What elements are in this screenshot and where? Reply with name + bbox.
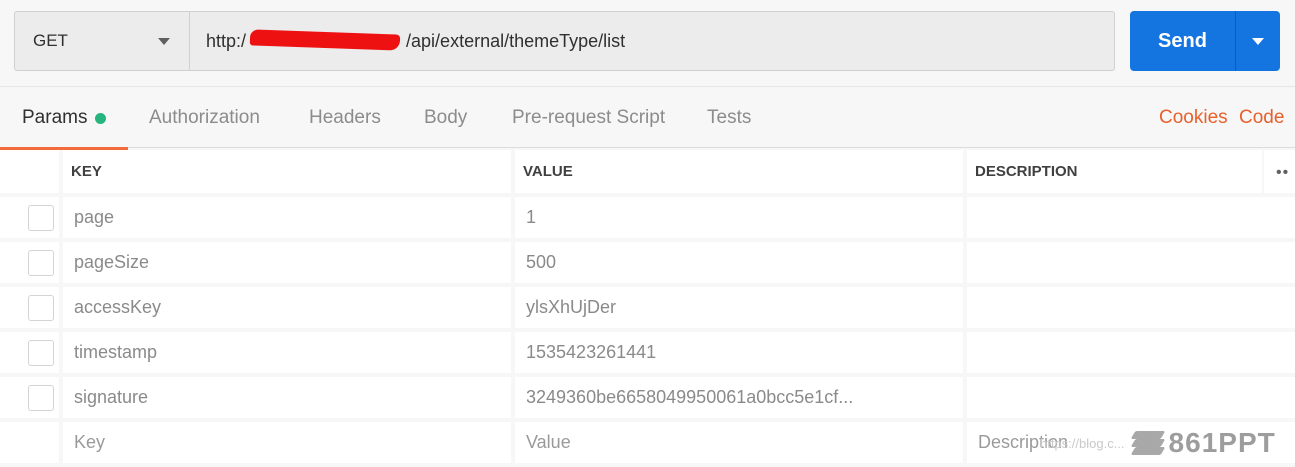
table-row-checkbox-cell (0, 377, 59, 418)
table-row-checkbox-cell (0, 332, 59, 373)
param-description[interactable] (967, 377, 1295, 418)
checkbox-header-cell (0, 150, 59, 193)
method-label: GET (33, 31, 68, 50)
row-checkbox[interactable] (28, 204, 54, 231)
param-key[interactable]: timestamp (63, 332, 511, 373)
tab-label: Pre-request Script (512, 107, 666, 128)
param-key[interactable]: page (63, 197, 511, 238)
param-value[interactable]: ylsXhUjDer (515, 287, 963, 328)
value-column-header: VALUE (515, 150, 963, 193)
more-options-icon[interactable]: •• (1276, 164, 1289, 182)
param-value[interactable]: 1 (515, 197, 963, 238)
param-key[interactable]: pageSize (63, 242, 511, 283)
tab-tests[interactable]: Tests (707, 87, 751, 149)
tab-label: Body (424, 107, 468, 128)
param-description[interactable] (967, 287, 1295, 328)
tab-pre-request-script[interactable]: Pre-request Script (512, 87, 665, 149)
new-value-input[interactable]: Value (515, 422, 963, 463)
new-description-input[interactable]: Description (967, 422, 1295, 463)
tab-authorization[interactable]: Authorization (149, 87, 260, 149)
tab-headers[interactable]: Headers (309, 87, 381, 149)
url-prefix: http:/ (206, 30, 247, 51)
code-link[interactable]: Code (1239, 87, 1284, 149)
description-column-header: DESCRIPTION (967, 150, 1262, 193)
table-row-checkbox-cell (0, 197, 59, 238)
send-options-button[interactable] (1236, 11, 1280, 71)
cookies-link[interactable]: Cookies (1159, 87, 1228, 149)
tab-label: Authorization (149, 107, 260, 128)
tab-label: Headers (309, 107, 381, 128)
param-value[interactable]: 500 (515, 242, 963, 283)
method-select[interactable]: GET (14, 11, 190, 71)
url-suffix: /api/external/themeType/list (406, 30, 626, 51)
row-checkbox[interactable] (28, 339, 54, 366)
param-description[interactable] (967, 332, 1295, 373)
param-description[interactable] (967, 242, 1295, 283)
url-input[interactable]: http:/ /api/external/themeType/list (189, 11, 1115, 71)
param-key[interactable]: signature (63, 377, 511, 418)
param-key[interactable]: accessKey (63, 287, 511, 328)
send-button[interactable]: Send (1130, 11, 1236, 71)
tab-label: Tests (707, 107, 752, 128)
param-value[interactable]: 3249360be6658049950061a0bcc5e1cf... (515, 377, 963, 418)
chevron-down-icon (158, 38, 170, 45)
tab-params[interactable]: Params (0, 87, 129, 150)
new-key-input[interactable]: Key (63, 422, 511, 463)
tab-body[interactable]: Body (424, 87, 467, 149)
key-column-header: KEY (63, 150, 511, 193)
row-checkbox[interactable] (28, 384, 54, 411)
param-description[interactable] (967, 197, 1295, 238)
redacted-host (246, 29, 406, 52)
send-button-group: Send (1130, 11, 1280, 71)
new-row-checkbox-cell (0, 422, 59, 463)
request-tabs: Params Authorization Headers Body Pre-re… (0, 86, 1295, 150)
chevron-down-icon (1252, 37, 1264, 45)
active-indicator-dot (95, 112, 107, 124)
param-value[interactable]: 1535423261441 (515, 332, 963, 373)
tab-label: Params (22, 107, 88, 128)
row-checkbox[interactable] (28, 294, 54, 321)
table-row-checkbox-cell (0, 287, 59, 328)
row-checkbox[interactable] (28, 249, 54, 276)
table-row-checkbox-cell (0, 242, 59, 283)
